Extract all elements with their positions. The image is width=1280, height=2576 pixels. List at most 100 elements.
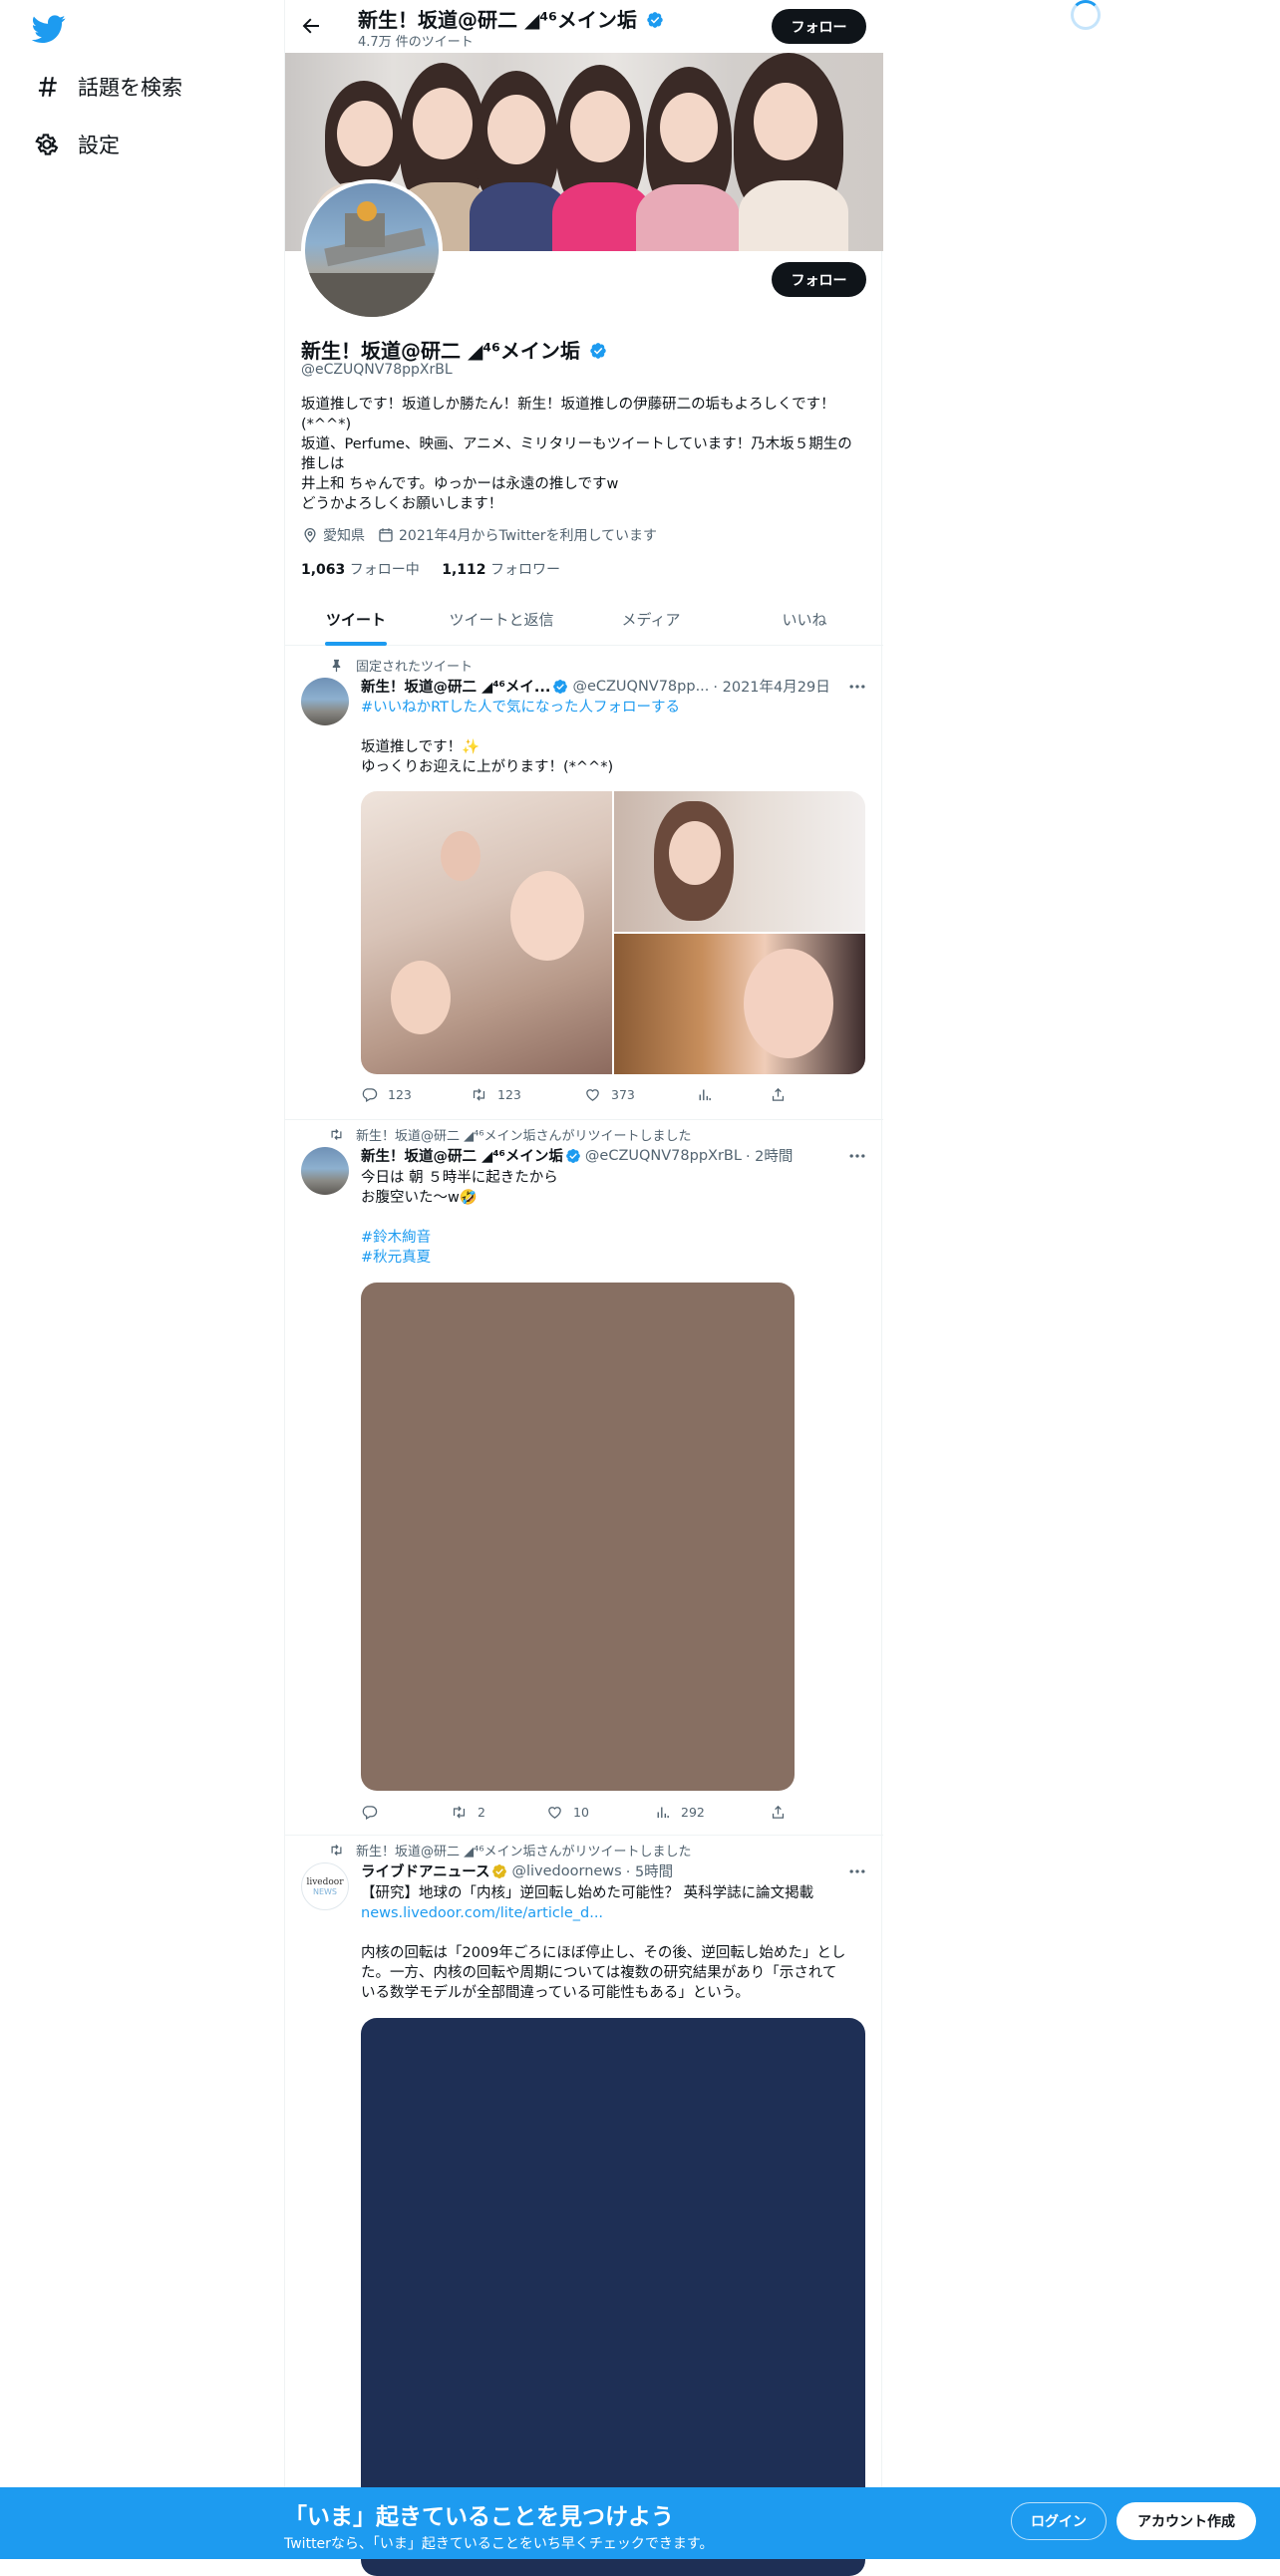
following-count: 1,063	[301, 562, 346, 578]
share-button[interactable]	[770, 1086, 797, 1103]
tweet-line: ゆっくりお迎えに上がります！(*^^*)	[361, 759, 614, 775]
tweet-pinned[interactable]: 固定されたツイート 新生！坂道@研二 ◢⁴⁶メイ... @eCZUQNV78pp…	[285, 648, 883, 1120]
hashtag-link[interactable]: #鈴木絢音	[361, 1228, 869, 1248]
tweet-retweeted-news[interactable]: 新生！坂道@研二 ◢⁴⁶メイン垢さんがリツイートしました livedoor NE…	[285, 1836, 883, 2576]
retweet-button[interactable]: 2	[451, 1804, 485, 1821]
tweet-timestamp[interactable]: · 2時間	[746, 1145, 793, 1166]
retweet-icon	[473, 1088, 485, 1101]
tweet-line: た。一方、内核の回転や周期については複数の研究結果があり「示されて	[361, 1965, 837, 1981]
tweet-context: 固定されたツイート	[329, 656, 473, 675]
bio-line: (*^^*)	[301, 417, 352, 432]
profile-joined-date: 2021年4月からTwitterを利用しています	[399, 528, 658, 544]
profile-handle: @eCZUQNV78ppXrBL	[301, 362, 453, 378]
views-button[interactable]: 292	[654, 1804, 705, 1821]
calendar-icon	[379, 528, 393, 542]
tweet-timestamp[interactable]: · 5時間	[626, 1860, 673, 1881]
tweet-line: いる数学モデルが全部間違っている可能性もある」という。	[361, 1985, 750, 2001]
twitter-bird-icon[interactable]	[32, 12, 66, 46]
tweet-context: 新生！坂道@研二 ◢⁴⁶メイン垢さんがリツイートしました	[329, 1125, 692, 1144]
more-options-icon[interactable]	[847, 1146, 867, 1166]
bio-line: 坂道推しです！坂道しか勝たん！新生！坂道推しの伊藤研二の垢もよろしくです！	[301, 397, 835, 413]
tweet-author-avatar[interactable]: livedoor NEWS	[301, 1862, 349, 1910]
tweet-author-name[interactable]: ライブドアニュース	[361, 1860, 489, 1881]
tweet-count: 4.7万 件のツイート	[358, 35, 474, 50]
hashtag-link[interactable]: #いいねかRTした人で気になった人フォローする	[361, 698, 869, 717]
following-label: フォロー中	[349, 562, 420, 578]
profile-location: 愛知県	[323, 528, 365, 544]
tweet-photo[interactable]	[361, 791, 612, 1074]
back-arrow-icon[interactable]	[299, 14, 323, 38]
tab-tweets[interactable]: ツイート	[285, 593, 427, 646]
retweet-icon	[331, 1845, 342, 1856]
share-button[interactable]	[770, 1804, 797, 1821]
following-link[interactable]: 1,063 フォロー中	[301, 562, 420, 578]
profile-avatar[interactable]	[301, 179, 443, 321]
tweet-photo[interactable]	[614, 791, 865, 932]
tweet-author-name[interactable]: 新生！坂道@研二 ◢⁴⁶メイン垢	[361, 1145, 563, 1166]
tab-tweets-and-replies[interactable]: ツイートと返信	[427, 593, 576, 646]
hashtag-link[interactable]: #秋元真夏	[361, 1248, 869, 1268]
sidebar-item-settings[interactable]: 設定	[34, 125, 120, 164]
reply-button[interactable]: 123	[361, 1086, 412, 1103]
sidebar-item-label: 話題を検索	[78, 76, 182, 100]
like-count: 373	[611, 1087, 635, 1102]
profile-name: 新生！坂道@研二 ◢⁴⁶メイン垢	[301, 335, 607, 364]
view-count: 292	[681, 1805, 705, 1820]
tweet-text: 【研究】地球の「内核」逆回転し始めた可能性？ 英科学誌に論文掲載 news.li…	[361, 1883, 869, 2003]
tweet-timestamp[interactable]: · 2021年4月29日	[713, 676, 829, 697]
active-tab-indicator	[325, 642, 387, 646]
header-name-text: 新生！坂道@研二 ◢⁴⁶メイン垢	[358, 8, 637, 32]
tweet-actions: 2 10 292	[361, 1804, 792, 1824]
signup-prompt-title: 「いま」起きていることを見つけよう	[284, 2504, 674, 2530]
login-button[interactable]: ログイン	[1011, 2502, 1107, 2540]
like-button[interactable]: 10	[546, 1804, 589, 1821]
profile-name-text: 新生！坂道@研二 ◢⁴⁶メイン垢	[301, 339, 580, 363]
like-button[interactable]: 373	[584, 1086, 635, 1103]
reply-icon	[362, 1088, 378, 1103]
article-link[interactable]: news.livedoor.com/lite/article_d...	[361, 1903, 869, 1923]
retweet-count: 123	[497, 1087, 521, 1102]
heart-icon	[548, 1807, 561, 1819]
tweet-actions: 123 123 373	[361, 1086, 792, 1106]
tweet-media-placeholder[interactable]	[361, 1283, 795, 1791]
views-button[interactable]	[696, 1086, 723, 1103]
tweet-text: 今日は 朝 ５時半に起きたから お腹空いた～w🤣 #鈴木絢音 #秋元真夏	[361, 1168, 869, 1268]
followers-count: 1,112	[442, 562, 486, 578]
more-options-icon[interactable]	[847, 1861, 867, 1881]
share-icon	[772, 1805, 785, 1819]
tab-media[interactable]: メディア	[576, 593, 726, 646]
tweet-photo[interactable]	[614, 934, 865, 1074]
tweet-line: 【研究】地球の「内核」逆回転し始めた可能性？ 英科学誌に論文掲載	[361, 1885, 814, 1901]
followers-link[interactable]: 1,112 フォロワー	[442, 562, 560, 578]
verified-badge-icon	[590, 343, 606, 359]
tweet-line: 今日は 朝 ５時半に起きたから	[361, 1170, 558, 1186]
more-options-icon[interactable]	[847, 677, 867, 697]
tab-likes[interactable]: いいね	[726, 593, 883, 646]
profile-column: 新生！坂道@研二 ◢⁴⁶メイン垢 4.7万 件のツイート フォロー フォロー 新…	[284, 0, 883, 2576]
tweet-author-name[interactable]: 新生！坂道@研二 ◢⁴⁶メイ...	[361, 676, 550, 697]
tweet-author-handle[interactable]: @eCZUQNV78ppXrBL	[585, 1148, 742, 1164]
profile-meta: 愛知県 2021年4月からTwitterを利用しています	[301, 525, 657, 545]
header-follow-button[interactable]: フォロー	[772, 9, 866, 44]
tweet-retweeted[interactable]: 新生！坂道@研二 ◢⁴⁶メイン垢さんがリツイートしました 新生！坂道@研二 ◢⁴…	[285, 1120, 883, 1836]
bio-line: どうかよろしくお願いします！	[301, 496, 503, 512]
like-count: 10	[573, 1805, 589, 1820]
retweet-count: 2	[478, 1805, 485, 1820]
profile-follow-button[interactable]: フォロー	[772, 262, 866, 297]
tweet-author-handle[interactable]: @livedoornews	[511, 1863, 621, 1879]
tweet-header: ライブドアニュース @livedoornews · 5時間	[361, 1860, 673, 1881]
tweet-line: 内核の回転は「2009年ごろにほぼ停止し、その後、逆回転し始めた」とし	[361, 1945, 846, 1961]
sidebar-item-explore[interactable]: 話題を検索	[34, 67, 182, 107]
tweet-author-avatar[interactable]	[301, 1147, 349, 1195]
tweet-line	[361, 717, 869, 737]
tweet-author-handle[interactable]: @eCZUQNV78pp...	[572, 679, 709, 695]
reply-count: 123	[388, 1087, 412, 1102]
bio-line: 井上和 ちゃんです。ゆっかーは永遠の推しですw	[301, 476, 619, 492]
create-account-button[interactable]: アカウント作成	[1117, 2502, 1256, 2540]
reply-icon	[362, 1806, 378, 1821]
tweet-author-avatar[interactable]	[301, 678, 349, 725]
share-icon	[772, 1087, 785, 1101]
retweet-button[interactable]: 123	[471, 1086, 521, 1103]
profile-header-bar: 新生！坂道@研二 ◢⁴⁶メイン垢 4.7万 件のツイート フォロー	[285, 0, 883, 53]
reply-button[interactable]	[361, 1804, 388, 1821]
